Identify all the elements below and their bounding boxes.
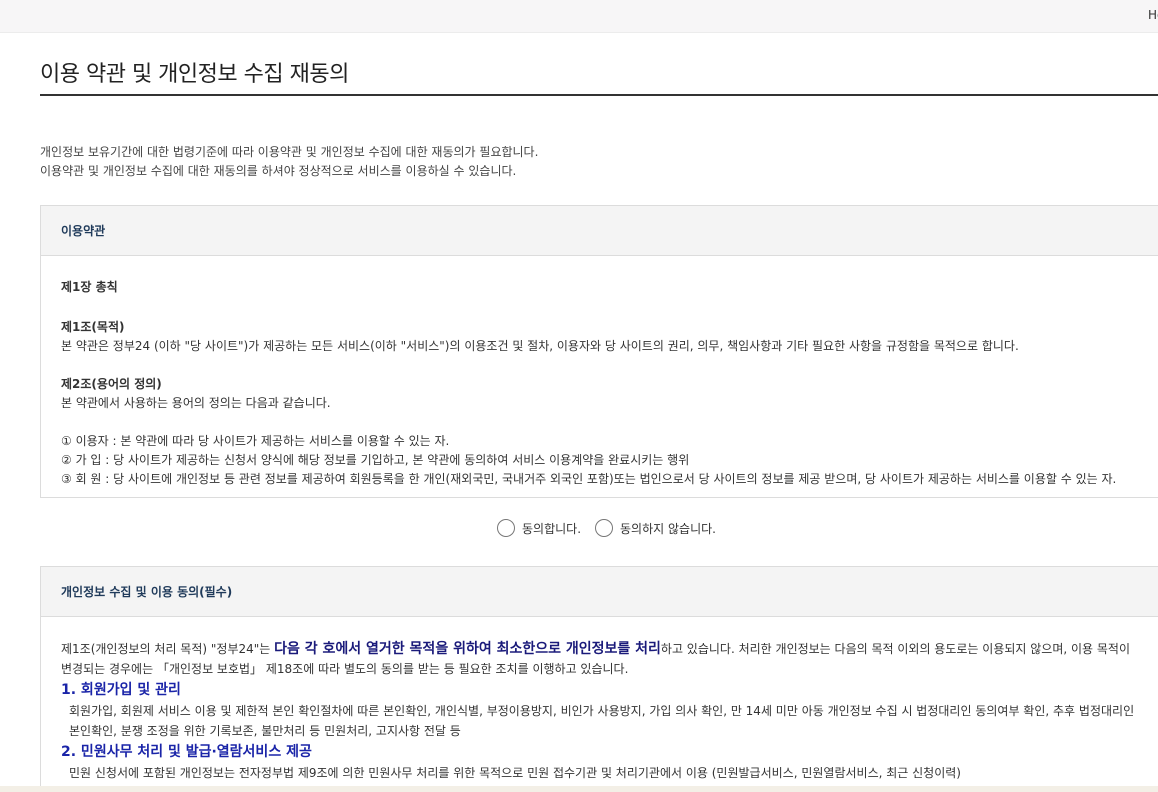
page-title: 이용 약관 및 개인정보 수집 재동의: [40, 62, 349, 87]
disagree-label: 동의하지 않습니다.: [620, 521, 716, 536]
intro-line-2: 이용약관 및 개인정보 수집에 대한 재동의를 하셔야 정상적으로 서비스를 이…: [40, 164, 517, 178]
terms-scroll-area[interactable]: 제1장 총칙 제1조(목적) 본 약관은 정부24 (이하 "당 사이트")가 …: [41, 256, 1158, 497]
privacy-section-2-title: 2. 민원사무 처리 및 발급·열람서비스 제공: [61, 744, 312, 760]
top-utility-link[interactable]: Ho: [1148, 8, 1158, 22]
terms-chapter-title: 제1장 총칙: [61, 280, 118, 294]
agree-label: 동의합니다.: [522, 521, 582, 536]
privacy-lead-emphasis: 다음 각 호에서 열거한 목적을 위하여 최소한으로 개인정보를 처리: [274, 641, 661, 657]
bottom-strip: [0, 786, 1158, 792]
privacy-section-1-body: 회원가입, 회원제 서비스 이용 및 제한적 본인 확인절차에 따른 본인확인,…: [69, 704, 1135, 738]
intro-line-1: 개인정보 보유기간에 대한 법령기준에 따라 이용약관 및 개인정보 수집에 대…: [40, 145, 539, 159]
terms-panel-header: 이용약관: [41, 206, 1158, 256]
top-utility-bar: Ho: [0, 0, 1158, 33]
terms-definition-1: ① 이용자 : 본 약관에 따라 당 사이트가 제공하는 서비스를 이용할 수 …: [61, 434, 450, 448]
privacy-panel: 개인정보 수집 및 이용 동의(필수) 제1조(개인정보의 처리 목적) "정부…: [40, 566, 1158, 792]
privacy-lead-a: 제1조(개인정보의 처리 목적) "정부24"는: [61, 642, 275, 656]
privacy-panel-header: 개인정보 수집 및 이용 동의(필수): [41, 567, 1158, 617]
terms-consent-group: 동의합니다. 동의하지 않습니다.: [497, 519, 730, 537]
terms-article-1-title: 제1조(목적): [61, 320, 125, 334]
privacy-scroll-area[interactable]: 제1조(개인정보의 처리 목적) "정부24"는 다음 각 호에서 열거한 목적…: [41, 617, 1158, 783]
agree-radio[interactable]: 동의합니다.: [497, 519, 581, 537]
title-divider: [40, 94, 1158, 96]
terms-definition-2: ② 가 입 : 당 사이트가 제공하는 신청서 양식에 해당 정보를 기입하고,…: [61, 453, 690, 467]
disagree-radio[interactable]: 동의하지 않습니다.: [595, 519, 716, 537]
privacy-section-1-title: 1. 회원가입 및 관리: [61, 682, 181, 698]
terms-article-2-title: 제2조(용어의 정의): [61, 377, 162, 391]
radio-circle-icon[interactable]: [595, 519, 614, 537]
terms-article-2-body: 본 약관에서 사용하는 용어의 정의는 다음과 같습니다.: [61, 396, 331, 410]
radio-circle-icon[interactable]: [497, 519, 515, 537]
privacy-section-2-body: 민원 신청서에 포함된 개인정보는 전자정부법 제9조에 의한 민원사무 처리를…: [69, 766, 961, 780]
terms-article-1-body: 본 약관은 정부24 (이하 "당 사이트")가 제공하는 모든 서비스(이하 …: [61, 339, 1019, 353]
terms-definition-3: ③ 회 원 : 당 사이트에 개인정보 등 관련 정보를 제공하여 회원등록을 …: [61, 472, 1117, 486]
intro-text: 개인정보 보유기간에 대한 법령기준에 따라 이용약관 및 개인정보 수집에 대…: [40, 143, 538, 181]
terms-panel: 이용약관 제1장 총칙 제1조(목적) 본 약관은 정부24 (이하 "당 사이…: [40, 205, 1158, 498]
privacy-lead: 제1조(개인정보의 처리 목적) "정부24"는 다음 각 호에서 열거한 목적…: [61, 639, 1138, 679]
